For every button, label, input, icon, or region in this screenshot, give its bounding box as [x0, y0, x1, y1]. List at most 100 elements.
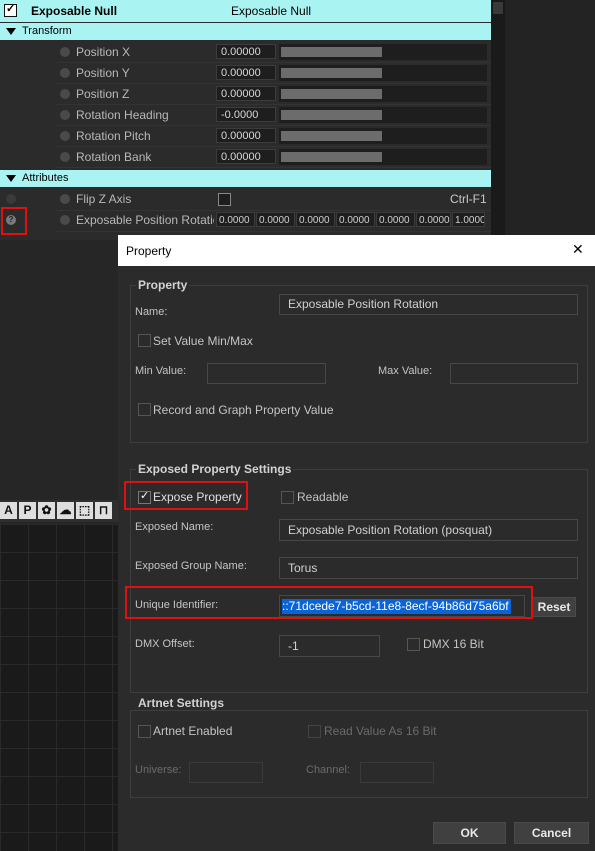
keyframe-dot-icon[interactable]: [6, 194, 16, 204]
slider-fill: [281, 110, 382, 120]
exposable-position-value[interactable]: 0.0000: [416, 212, 451, 227]
exposable-position-value[interactable]: 1.0000: [452, 212, 485, 227]
section-attributes[interactable]: Attributes: [0, 170, 491, 187]
animate-dot-icon[interactable]: [60, 110, 70, 120]
max-value-field[interactable]: [450, 363, 578, 384]
artnet-heading: Artnet Settings: [136, 696, 227, 710]
panel-header: ✓ Exposable Null Exposable Null: [0, 0, 491, 22]
max-value-label: Max Value:: [378, 365, 433, 377]
transform-row-value[interactable]: -0.0000: [216, 107, 276, 122]
exposed-name-field[interactable]: Exposable Position Rotation (posquat): [279, 519, 578, 541]
animate-dot-icon[interactable]: [60, 215, 70, 225]
exposable-position-value[interactable]: 0.0000: [336, 212, 375, 227]
animate-dot-icon[interactable]: [60, 68, 70, 78]
right-pane: [505, 0, 595, 240]
transform-row-value[interactable]: 0.00000: [216, 149, 276, 164]
value-slider[interactable]: [279, 128, 487, 144]
transform-row-label: Position X: [76, 45, 131, 59]
transform-row-value[interactable]: 0.00000: [216, 65, 276, 80]
name-field[interactable]: Exposable Position Rotation: [279, 294, 578, 315]
min-value-field[interactable]: [207, 363, 326, 384]
scrollbar-thumb[interactable]: [493, 2, 503, 14]
select-icon[interactable]: ⬚: [76, 502, 93, 519]
read16-checkbox[interactable]: [308, 725, 321, 738]
animate-dot-icon[interactable]: [60, 152, 70, 162]
close-icon[interactable]: ✕: [572, 241, 584, 258]
slider-fill: [281, 47, 382, 57]
animate-dot-icon[interactable]: [60, 47, 70, 57]
universe-field[interactable]: [189, 762, 263, 783]
transform-row: Position Z 0.00000: [0, 84, 491, 105]
set-minmax-label: Set Value Min/Max: [153, 334, 253, 348]
channel-field[interactable]: [360, 762, 434, 783]
slider-fill: [281, 131, 382, 141]
exposed-group-name-field[interactable]: Torus: [279, 557, 578, 579]
collapse-triangle-icon: [6, 28, 16, 35]
animate-dot-icon[interactable]: [60, 89, 70, 99]
exposed-name-label: Exposed Name:: [135, 521, 214, 533]
universe-label: Universe:: [135, 764, 182, 776]
transform-row: Position X 0.00000: [0, 42, 491, 63]
value-slider[interactable]: [279, 44, 487, 60]
transform-row-value[interactable]: 0.00000: [216, 128, 276, 143]
help-icon-highlight: [1, 207, 27, 235]
artnet-enabled-label: Artnet Enabled: [153, 724, 233, 738]
exposable-position-label: Exposable Position Rotatio: [76, 213, 214, 227]
dmx16-checkbox[interactable]: [407, 638, 420, 651]
transform-row-label: Position Z: [76, 87, 130, 101]
exposable-position-value[interactable]: 0.0000: [256, 212, 295, 227]
toolbar-p-button[interactable]: P: [19, 502, 36, 519]
gear-icon[interactable]: ✿: [38, 502, 55, 519]
section-transform-label: Transform: [22, 25, 72, 37]
transform-row-value[interactable]: 0.00000: [216, 86, 276, 101]
transform-row: Rotation Bank 0.00000: [0, 147, 491, 168]
transform-row-label: Rotation Bank: [76, 150, 152, 164]
readable-label: Readable: [297, 490, 349, 504]
object-type: Exposable Null: [231, 4, 312, 18]
transform-row-label: Rotation Pitch: [76, 129, 151, 143]
object-enabled-checkbox[interactable]: ✓: [4, 3, 17, 17]
animate-dot-icon[interactable]: [60, 131, 70, 141]
exposable-position-value[interactable]: 0.0000: [296, 212, 335, 227]
record-graph-checkbox[interactable]: [138, 403, 151, 416]
transform-row-label: Rotation Heading: [76, 108, 169, 122]
section-transform[interactable]: Transform: [0, 23, 491, 40]
section-attributes-label: Attributes: [22, 172, 69, 184]
property-dialog: Property Name: Exposable Position Rotati…: [118, 235, 595, 851]
exposable-position-value[interactable]: 0.0000: [216, 212, 255, 227]
slider-fill: [281, 89, 382, 99]
exposable-position-value[interactable]: 0.0000: [376, 212, 415, 227]
collapse-triangle-icon: [6, 175, 16, 182]
dmx-offset-label: DMX Offset:: [135, 638, 195, 650]
transform-row-value[interactable]: 0.00000: [216, 44, 276, 59]
dmx16-label: DMX 16 Bit: [423, 637, 484, 651]
pulse-icon[interactable]: ⊓: [95, 502, 112, 519]
artnet-enabled-checkbox[interactable]: [138, 725, 151, 738]
animate-dot-icon[interactable]: [60, 194, 70, 204]
set-minmax-checkbox[interactable]: [138, 334, 151, 347]
name-label: Name:: [135, 306, 168, 318]
readable-checkbox[interactable]: [281, 491, 294, 504]
flip-z-label: Flip Z Axis: [76, 192, 132, 206]
value-slider[interactable]: [279, 149, 487, 165]
property-panel: ✓ Exposable Null Exposable Null Transfor…: [0, 0, 491, 240]
lasso-icon[interactable]: ☁: [57, 502, 74, 519]
ok-button[interactable]: OK: [433, 822, 506, 844]
viewport-grid[interactable]: [0, 524, 118, 851]
value-slider[interactable]: [279, 86, 487, 102]
dialog-titlebar[interactable]: Property ✕: [118, 235, 595, 266]
reset-button[interactable]: Reset: [532, 597, 576, 617]
unique-identifier-highlight: [125, 586, 533, 619]
read16-label: Read Value As 16 Bit: [324, 724, 437, 738]
flip-z-shortcut: Ctrl-F1: [450, 192, 487, 206]
panel-scrollbar[interactable]: [491, 0, 505, 240]
property-group-heading: Property: [136, 278, 190, 292]
toolbar-a-button[interactable]: A: [0, 502, 17, 519]
min-value-label: Min Value:: [135, 365, 187, 377]
dmx-offset-field[interactable]: -1: [279, 635, 380, 657]
flip-z-checkbox[interactable]: [218, 193, 231, 206]
value-slider[interactable]: [279, 107, 487, 123]
cancel-button[interactable]: Cancel: [514, 822, 589, 844]
value-slider[interactable]: [279, 65, 487, 81]
slider-fill: [281, 68, 382, 78]
